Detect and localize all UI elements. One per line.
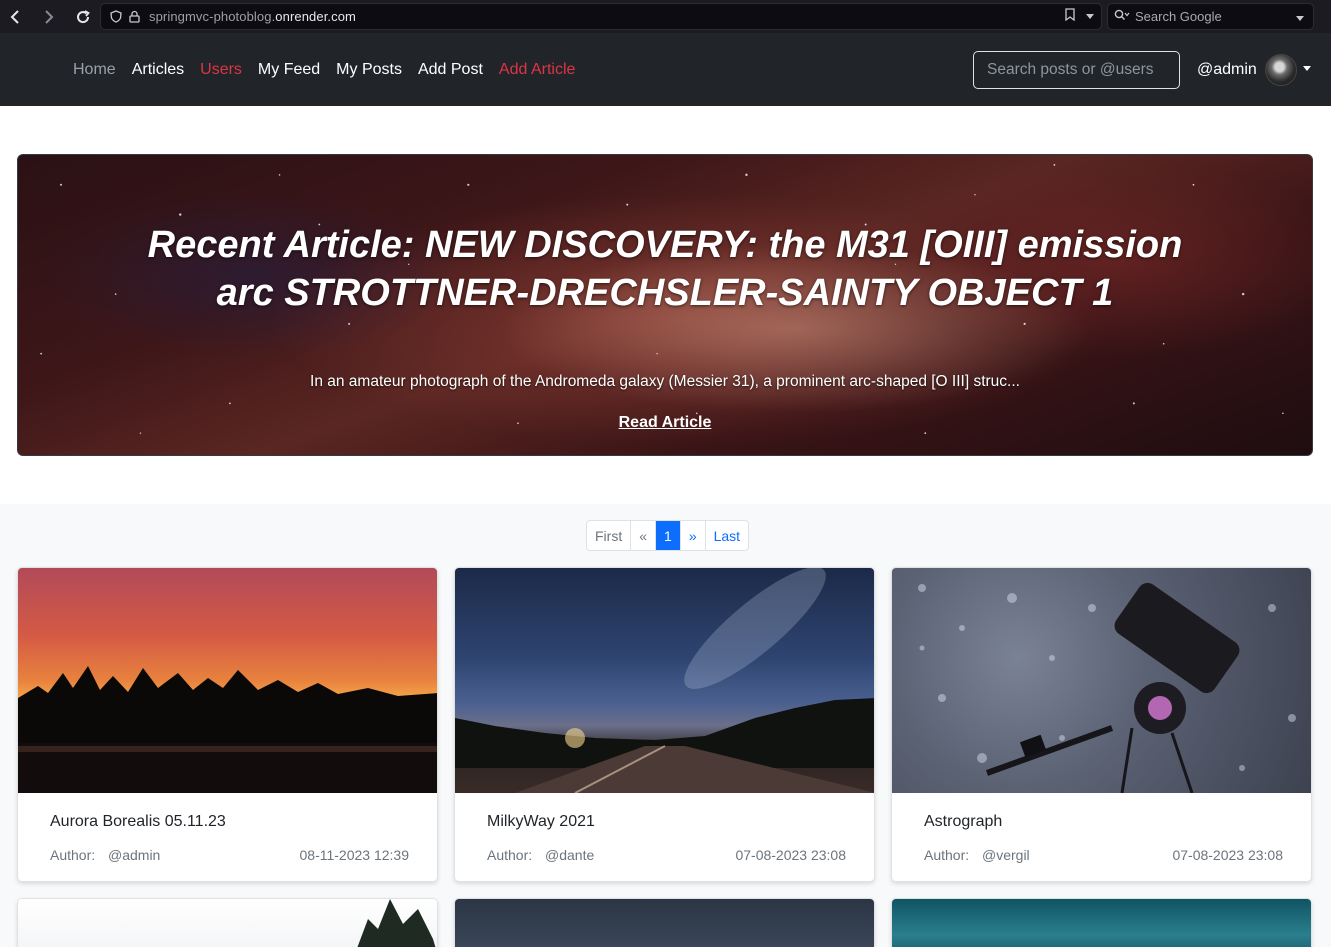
- post-image-partial[interactable]: [455, 899, 874, 947]
- shield-icon[interactable]: [109, 10, 123, 24]
- address-bar[interactable]: springmvc-photoblog.onrender.com: [100, 3, 1102, 30]
- pagination-next[interactable]: »: [681, 521, 706, 550]
- nav-link-my-posts[interactable]: My Posts: [336, 61, 402, 79]
- search-icon: [1114, 8, 1130, 26]
- post-date: 07-08-2023 23:08: [1172, 847, 1283, 863]
- url-text: springmvc-photoblog.onrender.com: [149, 9, 356, 24]
- browser-toolbar: springmvc-photoblog.onrender.com Search …: [0, 0, 1331, 33]
- nav-link-add-post[interactable]: Add Post: [418, 61, 483, 79]
- post-card-body: MilkyWay 2021 Author: @dante 07-08-2023 …: [455, 793, 874, 881]
- pagination-page-current[interactable]: 1: [656, 521, 681, 550]
- author-label: Author:: [924, 847, 970, 863]
- arrow-right-icon: [45, 9, 54, 24]
- forward-button[interactable]: [36, 4, 62, 30]
- post-card[interactable]: MilkyWay 2021 Author: @dante 07-08-2023 …: [454, 567, 875, 882]
- post-image-aurora[interactable]: [18, 568, 437, 793]
- author-label: Author:: [487, 847, 533, 863]
- astrograph-scene: [918, 582, 1296, 793]
- user-menu-toggle[interactable]: @admin: [1197, 51, 1311, 89]
- aurora-scene: [18, 666, 437, 793]
- post-author[interactable]: @dante: [545, 847, 594, 863]
- caret-down-icon: [1302, 65, 1311, 71]
- chevron-down-icon[interactable]: [1295, 10, 1305, 28]
- pagination-last[interactable]: Last: [706, 521, 748, 550]
- user-handle: @admin: [1197, 61, 1257, 78]
- post-card-body: Aurora Borealis 05.11.23 Author: @admin …: [18, 793, 437, 881]
- nav-link-articles[interactable]: Articles: [132, 61, 184, 79]
- url-actions: [1065, 4, 1095, 29]
- reload-icon: [77, 9, 90, 23]
- post-author[interactable]: @admin: [108, 847, 160, 863]
- nav-link-home[interactable]: Home: [73, 61, 116, 79]
- bookmark-icon[interactable]: [1065, 7, 1075, 26]
- post-card[interactable]: Astrograph Author: @vergil 07-08-2023 23…: [891, 567, 1312, 882]
- featured-article-title: Recent Article: NEW DISCOVERY: the M31 […: [147, 224, 1183, 314]
- search-input[interactable]: Search posts or @users: [973, 51, 1180, 89]
- lock-icon[interactable]: [127, 10, 141, 24]
- read-article-link[interactable]: Read Article: [18, 414, 1312, 432]
- browser-search-bar[interactable]: Search Google: [1107, 3, 1314, 30]
- pagination: First « 1 » Last: [586, 520, 750, 551]
- nav-link-my-feed[interactable]: My Feed: [258, 61, 320, 79]
- post-date: 07-08-2023 23:08: [735, 847, 846, 863]
- post-card-partial[interactable]: [454, 898, 875, 947]
- post-card[interactable]: Aurora Borealis 05.11.23 Author: @admin …: [17, 567, 438, 882]
- post-card-body: Astrograph Author: @vergil 07-08-2023 23…: [892, 793, 1311, 881]
- avatar: [1264, 54, 1297, 86]
- search-input-placeholder: Search posts or @users: [987, 61, 1154, 78]
- post-card-partial[interactable]: [891, 898, 1312, 947]
- browser-search-placeholder: Search Google: [1135, 9, 1222, 24]
- post-title[interactable]: Astrograph: [924, 813, 1002, 831]
- post-card-partial[interactable]: [17, 898, 438, 947]
- pagination-prev[interactable]: «: [631, 521, 657, 550]
- post-title[interactable]: Aurora Borealis 05.11.23: [50, 813, 226, 831]
- pagination-first[interactable]: First: [587, 521, 632, 550]
- url-domain: onrender.com: [275, 9, 356, 24]
- featured-article-excerpt: In an amateur photograph of the Andromed…: [310, 373, 1020, 390]
- post-title[interactable]: MilkyWay 2021: [487, 813, 595, 831]
- chevron-down-icon[interactable]: [1085, 8, 1095, 26]
- post-image-milkyway[interactable]: [455, 568, 874, 793]
- back-button[interactable]: [2, 4, 28, 30]
- nav-link-users[interactable]: Users: [200, 61, 242, 79]
- app-navbar: Home Articles Users My Feed My Posts Add…: [0, 33, 1331, 106]
- arrow-left-icon: [10, 9, 19, 24]
- url-prefix: springmvc-photoblog.: [149, 9, 276, 24]
- post-image-partial[interactable]: [892, 899, 1311, 947]
- author-label: Author:: [50, 847, 96, 863]
- nav-links: Home Articles Users My Feed My Posts Add…: [73, 33, 591, 106]
- featured-article-banner: Recent Article: NEW DISCOVERY: the M31 […: [17, 154, 1313, 456]
- nav-link-add-article[interactable]: Add Article: [499, 61, 575, 79]
- tree-silhouette: [357, 899, 436, 947]
- milkyway-scene: [455, 568, 874, 793]
- post-author[interactable]: @vergil: [982, 847, 1030, 863]
- post-image-astrograph[interactable]: [892, 568, 1311, 793]
- post-image-partial[interactable]: [18, 899, 437, 947]
- post-date: 08-11-2023 12:39: [299, 847, 410, 863]
- posts-gallery: First « 1 » Last Aurora Borealis 05.11.2…: [0, 504, 1331, 947]
- reload-button[interactable]: [70, 4, 96, 30]
